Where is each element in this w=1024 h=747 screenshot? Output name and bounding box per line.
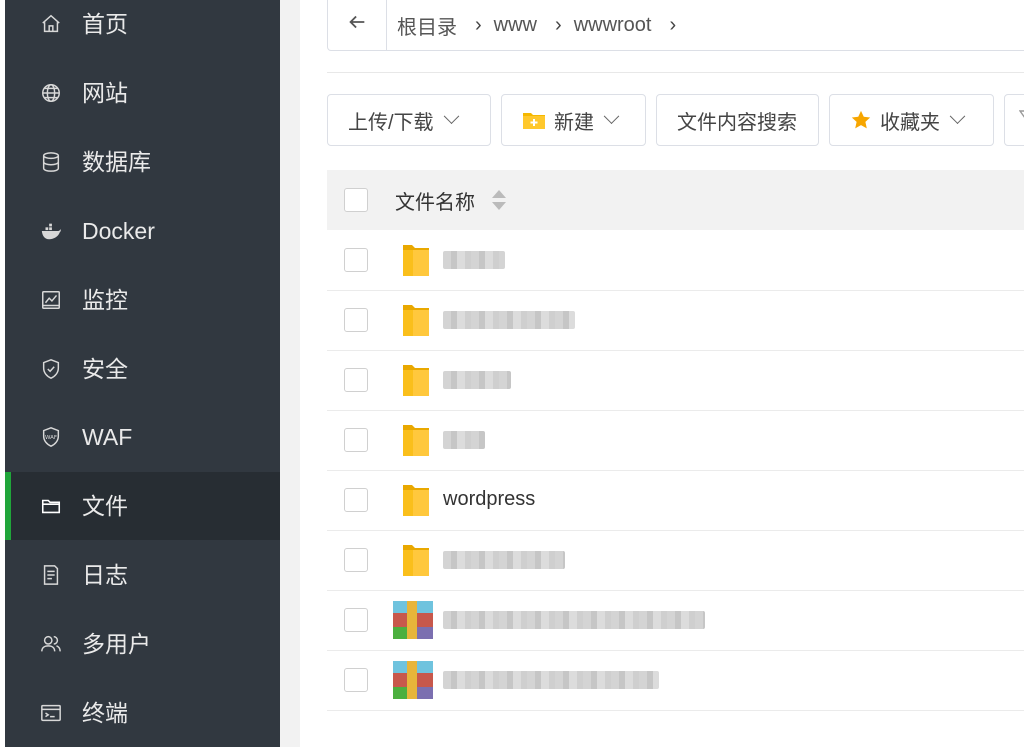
- archive-icon: [393, 601, 433, 639]
- chevron-right-icon: ›: [475, 13, 482, 36]
- file-name[interactable]: wordpress: [443, 488, 535, 511]
- sidebar: 首页 网站 数据库 Docker 监控 安全 WAF WAF 文件 日志 多用户…: [5, 0, 280, 747]
- table-row[interactable]: [327, 350, 1024, 411]
- globe-icon: [40, 82, 62, 104]
- table-header: 文件名称: [327, 170, 1024, 230]
- row-checkbox[interactable]: [344, 248, 368, 272]
- sidebar-item-label: 监控: [82, 286, 128, 313]
- chevron-down-icon: [949, 107, 966, 124]
- row-checkbox[interactable]: [344, 548, 368, 572]
- svg-text:WAF: WAF: [45, 435, 57, 441]
- redacted-filename[interactable]: [443, 311, 575, 329]
- sidebar-item-security[interactable]: 安全: [5, 335, 280, 403]
- new-folder-icon: [522, 110, 546, 130]
- favorites-label: 收藏夹: [880, 111, 940, 134]
- redacted-filename[interactable]: [443, 371, 511, 389]
- folder-icon: [399, 302, 433, 338]
- users-icon: [40, 633, 62, 655]
- table-row[interactable]: [327, 590, 1024, 651]
- row-checkbox[interactable]: [344, 488, 368, 512]
- sidebar-item-label: Docker: [82, 217, 155, 244]
- sidebar-item-files[interactable]: 文件: [5, 472, 280, 540]
- folder-icon: [399, 362, 433, 398]
- layout-gutter: [280, 0, 300, 747]
- new-label: 新建: [554, 111, 594, 134]
- folder-icon: [399, 422, 433, 458]
- redacted-filename[interactable]: [443, 431, 485, 449]
- arrow-left-icon: [346, 11, 368, 39]
- upload-download-label: 上传/下载: [348, 111, 434, 134]
- sidebar-item-docker[interactable]: Docker: [5, 197, 280, 265]
- more-button[interactable]: [1004, 94, 1024, 146]
- sidebar-item-label: 终端: [82, 699, 128, 726]
- breadcrumb-root[interactable]: 根目录: [397, 11, 457, 40]
- folder-icon: [399, 482, 433, 518]
- folder-icon: [399, 542, 433, 578]
- row-checkbox[interactable]: [344, 368, 368, 392]
- content-search-label: 文件内容搜索: [677, 111, 797, 134]
- sidebar-item-label: 文件: [82, 492, 128, 519]
- new-button[interactable]: 新建: [501, 94, 646, 146]
- row-checkbox[interactable]: [344, 608, 368, 632]
- sidebar-item-label: 数据库: [82, 148, 151, 175]
- sidebar-item-label: 多用户: [82, 630, 151, 657]
- chevron-down-icon: [443, 107, 459, 124]
- home-icon: [40, 13, 62, 35]
- table-row[interactable]: [327, 410, 1024, 471]
- divider: [327, 72, 1024, 73]
- terminal-icon: [40, 702, 62, 724]
- sidebar-item-monitor[interactable]: 监控: [5, 266, 280, 334]
- upload-download-button[interactable]: 上传/下载: [327, 94, 491, 146]
- folder-icon: [399, 242, 433, 278]
- breadcrumb-wwwroot[interactable]: wwwroot: [574, 14, 652, 37]
- waf-shield-icon: WAF: [40, 426, 62, 448]
- sidebar-item-label: WAF: [82, 423, 133, 450]
- redacted-filename[interactable]: [443, 551, 565, 569]
- select-all-checkbox[interactable]: [344, 188, 368, 212]
- sidebar-item-waf[interactable]: WAF WAF: [5, 403, 280, 471]
- content-search-button[interactable]: 文件内容搜索: [656, 94, 819, 146]
- sidebar-item-terminal[interactable]: 终端: [5, 679, 280, 747]
- sidebar-item-home[interactable]: 首页: [5, 0, 280, 58]
- sidebar-item-database[interactable]: 数据库: [5, 128, 280, 196]
- row-checkbox[interactable]: [344, 668, 368, 692]
- breadcrumb-www[interactable]: www: [494, 14, 537, 37]
- sidebar-item-label: 日志: [82, 561, 128, 588]
- sidebar-item-users[interactable]: 多用户: [5, 610, 280, 678]
- toolbar: 上传/下载 新建 文件内容搜索 收藏夹: [327, 94, 1024, 148]
- monitor-chart-icon: [40, 289, 62, 311]
- table-row[interactable]: wordpress: [327, 470, 1024, 531]
- back-button[interactable]: [328, 0, 387, 50]
- star-icon: [850, 109, 872, 131]
- row-checkbox[interactable]: [344, 428, 368, 452]
- log-document-icon: [40, 564, 62, 586]
- table-row[interactable]: [327, 230, 1024, 291]
- favorites-button[interactable]: 收藏夹: [829, 94, 994, 146]
- shield-check-icon: [40, 358, 62, 380]
- redacted-filename[interactable]: [443, 251, 505, 269]
- table-row[interactable]: [327, 650, 1024, 711]
- sidebar-item-label: 首页: [82, 10, 128, 37]
- column-header-filename[interactable]: 文件名称: [395, 186, 475, 215]
- chevron-right-icon: ›: [669, 13, 677, 36]
- redacted-filename[interactable]: [443, 611, 705, 629]
- sidebar-item-label: 安全: [82, 355, 128, 382]
- table-row[interactable]: [327, 530, 1024, 591]
- filter-icon: [1018, 109, 1024, 132]
- docker-icon: [40, 220, 62, 242]
- archive-icon: [393, 661, 433, 699]
- table-row[interactable]: [327, 290, 1024, 351]
- path-bar: 根目录 › www › wwwroot ›: [327, 0, 1024, 51]
- redacted-filename[interactable]: [443, 671, 659, 689]
- sidebar-item-sites[interactable]: 网站: [5, 59, 280, 127]
- sort-icon[interactable]: [492, 190, 506, 210]
- row-checkbox[interactable]: [344, 308, 368, 332]
- sidebar-item-label: 网站: [82, 79, 128, 106]
- chevron-right-icon: ›: [555, 13, 562, 36]
- sidebar-item-logs[interactable]: 日志: [5, 541, 280, 609]
- database-icon: [40, 151, 62, 173]
- file-manager-panel: 根目录 › www › wwwroot › 上传/下载 新建 文件内容搜索 收藏…: [300, 0, 1024, 747]
- folder-icon: [40, 495, 62, 517]
- chevron-down-icon: [603, 107, 620, 124]
